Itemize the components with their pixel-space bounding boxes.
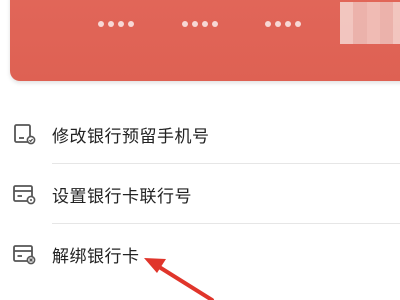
mask-dot — [275, 21, 281, 27]
mask-dot — [108, 21, 114, 27]
mask-dot — [265, 21, 271, 27]
mask-dot — [285, 21, 291, 27]
bank-card-settings-screen: 修改银行预留手机号 设置银行卡联行号 解绑银行卡 — [0, 0, 400, 300]
mask-dot — [118, 21, 124, 27]
card-number-mosaic — [340, 2, 400, 44]
menu-item-label: 设置银行卡联行号 — [52, 186, 192, 207]
menu-item-set-bank-code[interactable]: 设置银行卡联行号 — [0, 164, 400, 224]
mask-dot — [202, 21, 208, 27]
phone-edit-icon — [14, 124, 36, 145]
mask-dot — [128, 21, 134, 27]
mask-dot — [212, 21, 218, 27]
card-number-mask-1 — [98, 21, 134, 27]
bank-card[interactable] — [10, 0, 400, 81]
mask-dot — [295, 21, 301, 27]
card-setting-icon — [13, 185, 36, 205]
mask-dot — [192, 21, 198, 27]
mask-dot — [182, 21, 188, 27]
menu-item-label: 修改银行预留手机号 — [52, 126, 210, 147]
mask-dot — [98, 21, 104, 27]
card-settings-menu: 修改银行预留手机号 设置银行卡联行号 解绑银行卡 — [0, 104, 400, 284]
card-number-mask-2 — [182, 21, 218, 27]
card-number-mask-3 — [265, 21, 301, 27]
menu-item-unbind-card[interactable]: 解绑银行卡 — [0, 224, 400, 284]
menu-item-label: 解绑银行卡 — [52, 246, 140, 267]
menu-item-edit-phone[interactable]: 修改银行预留手机号 — [0, 104, 400, 164]
card-unbind-icon — [13, 245, 36, 265]
